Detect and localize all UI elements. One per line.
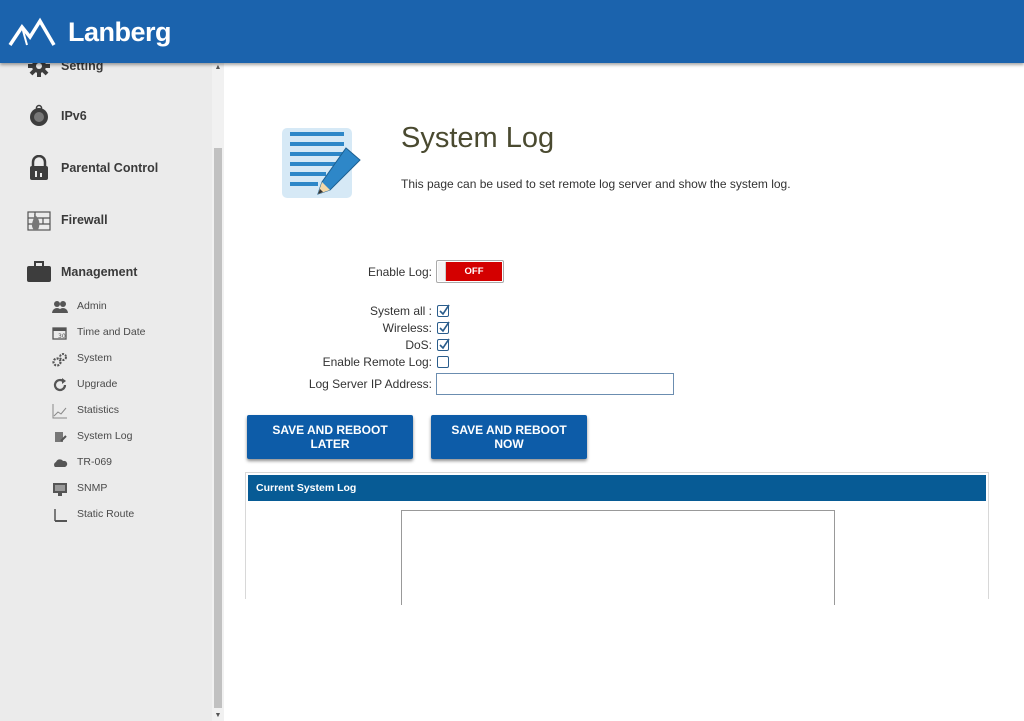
- cloud-icon: [52, 455, 68, 471]
- sidebar-subitem-label: System Log: [77, 430, 133, 442]
- gears-icon: [52, 351, 68, 367]
- log-icon: [52, 429, 68, 445]
- sidebar-subitem-label: Static Route: [77, 508, 135, 520]
- system-all-label: System all :: [369, 304, 432, 318]
- sidebar-subitem-admin[interactable]: Admin: [0, 297, 212, 317]
- toggle-state-label: OFF: [446, 262, 502, 281]
- current-system-log-panel: Current System Log: [245, 472, 989, 605]
- sidebar-item-label: Parental Control: [61, 161, 159, 175]
- dos-label: DoS:: [405, 338, 432, 352]
- briefcase-icon: [26, 259, 52, 285]
- chart-icon: [52, 403, 68, 419]
- firewall-icon: [26, 207, 52, 233]
- sidebar-subitem-label: Admin: [77, 300, 107, 312]
- ipv6-icon: [26, 103, 52, 129]
- wireless-checkbox[interactable]: [437, 321, 450, 334]
- sidebar-item-setting[interactable]: Setting: [0, 63, 212, 81]
- sidebar-subitem-time-and-date[interactable]: 30 Time and Date: [0, 323, 212, 343]
- sidebar-item-label: IPv6: [61, 109, 87, 123]
- sidebar-subitem-system-log[interactable]: System Log: [0, 427, 212, 447]
- enable-remote-log-label: Enable Remote Log:: [322, 355, 432, 369]
- dos-checkbox[interactable]: [437, 338, 450, 351]
- log-server-ip-label: Log Server IP Address:: [308, 377, 432, 391]
- wireless-label: Wireless:: [382, 321, 432, 335]
- brand-logo[interactable]: Lanberg: [8, 14, 172, 50]
- save-and-reboot-now-button[interactable]: SAVE AND REBOOT NOW: [431, 415, 587, 459]
- log-server-ip-input[interactable]: [436, 373, 674, 395]
- sidebar-subitem-snmp[interactable]: SNMP: [0, 479, 212, 499]
- lock-icon: [26, 155, 52, 181]
- enable-log-label: Enable Log:: [367, 265, 432, 279]
- refresh-icon: [52, 377, 68, 393]
- sidebar-subitem-system[interactable]: System: [0, 349, 212, 369]
- sidebar-subitem-label: Time and Date: [77, 326, 146, 338]
- system-all-checkbox[interactable]: [437, 304, 450, 317]
- sidebar: Setting IPv6 Parental Control Firewall M…: [0, 63, 212, 721]
- sidebar-subitem-upgrade[interactable]: Upgrade: [0, 375, 212, 395]
- gear-icon: [26, 63, 52, 79]
- system-log-textarea[interactable]: [401, 510, 835, 605]
- sidebar-item-ipv6[interactable]: IPv6: [0, 101, 212, 131]
- sidebar-subitem-label: SNMP: [77, 482, 108, 494]
- sidebar-subitem-static-route[interactable]: Static Route: [0, 505, 212, 525]
- sidebar-item-parental-control[interactable]: Parental Control: [0, 153, 212, 183]
- sidebar-item-management[interactable]: Management: [0, 257, 212, 287]
- route-icon: [52, 507, 68, 523]
- calendar-icon: 30: [52, 325, 68, 341]
- scroll-up-arrow-icon[interactable]: ▲: [212, 63, 224, 73]
- sidebar-subitem-label: Statistics: [77, 404, 120, 416]
- monitor-icon: [52, 481, 68, 497]
- toggle-knob[interactable]: [438, 262, 446, 281]
- users-icon: [52, 299, 68, 315]
- sidebar-scrollbar[interactable]: ▲ ▼: [212, 63, 224, 721]
- page-description: This page can be used to set remote log …: [401, 177, 791, 191]
- sidebar-subitem-tr-069[interactable]: TR-069: [0, 453, 212, 473]
- sidebar-item-label: Firewall: [61, 213, 108, 227]
- enable-remote-log-checkbox[interactable]: [437, 356, 449, 368]
- system-log-notepad-icon: [280, 126, 362, 200]
- sidebar-item-label: Management: [61, 265, 138, 279]
- sidebar-item-label: Setting: [61, 63, 104, 73]
- mountain-logo-icon: [8, 17, 56, 46]
- sidebar-item-firewall[interactable]: Firewall: [0, 205, 212, 235]
- save-and-reboot-later-button[interactable]: SAVE AND REBOOT LATER: [247, 415, 413, 459]
- sidebar-subitem-label: System: [77, 352, 113, 364]
- page-title: System Log: [401, 122, 555, 154]
- brand-name: Lanberg: [68, 16, 172, 47]
- log-panel-header: Current System Log: [248, 475, 986, 501]
- scroll-down-arrow-icon[interactable]: ▼: [212, 711, 224, 721]
- scrollbar-thumb[interactable]: [214, 148, 222, 708]
- sidebar-subitem-label: Upgrade: [77, 378, 118, 390]
- sidebar-subitem-label: TR-069: [77, 456, 113, 468]
- svg-text:30: 30: [58, 333, 66, 340]
- enable-log-toggle[interactable]: OFF: [436, 260, 504, 283]
- sidebar-subitem-statistics[interactable]: Statistics: [0, 401, 212, 421]
- top-header: Lanberg: [0, 0, 1024, 63]
